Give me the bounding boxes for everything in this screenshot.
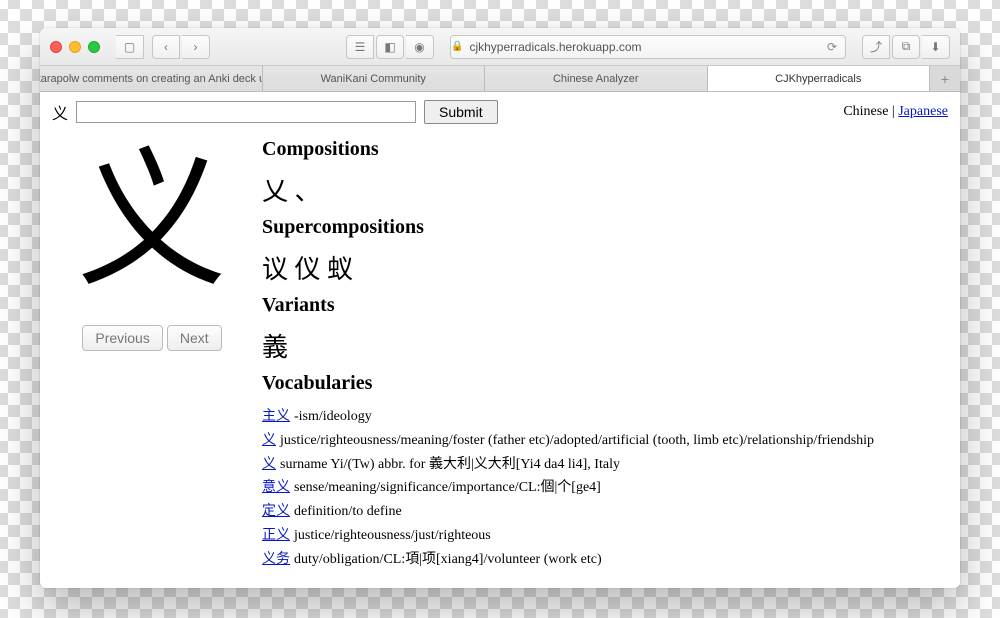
download-icon[interactable]: ⬇: [922, 35, 950, 59]
reload-icon[interactable]: ⟳: [827, 40, 845, 54]
vocab-term[interactable]: 定义: [262, 504, 290, 519]
vocab-def: definition/to define: [294, 504, 402, 519]
zoom-icon[interactable]: [88, 41, 100, 53]
vocab-term[interactable]: 义: [262, 457, 276, 472]
titlebar: ▢ ‹ › ☰ ◧ ◉ 🔒 cjkhyperradicals.herokuapp…: [40, 28, 960, 66]
vocab-term[interactable]: 正义: [262, 528, 290, 543]
search-input[interactable]: [76, 101, 416, 123]
tab-2[interactable]: Chinese Analyzer: [485, 66, 708, 91]
tabs-icon[interactable]: ⧉: [892, 35, 920, 59]
tab-1[interactable]: WaniKani Community: [263, 66, 486, 91]
back-button[interactable]: ‹: [152, 35, 180, 59]
shield-icon[interactable]: ◉: [406, 35, 434, 59]
previous-button[interactable]: Previous: [82, 325, 162, 351]
variants-chars: 義: [262, 327, 948, 364]
right-column: Compositions 乂 、 Supercompositions 议 仪 蚁…: [252, 130, 948, 588]
vocab-term[interactable]: 义: [262, 433, 276, 448]
vocab-term[interactable]: 意义: [262, 480, 290, 495]
share-icon[interactable]: ⤴: [862, 35, 890, 59]
reader-icon[interactable]: ☰: [346, 35, 374, 59]
vocab-def: -ism/ideology: [294, 409, 372, 424]
vocab-def: sense/meaning/significance/importance/CL…: [294, 480, 601, 495]
vocab-row: 义 justice/righteousness/meaning/foster (f…: [262, 429, 948, 453]
minimize-icon[interactable]: [69, 41, 81, 53]
left-column: 义 Previous Next: [52, 130, 252, 588]
main-glyph: 义: [77, 140, 227, 305]
vocab-def: duty/obligation/CL:項|项[xiang4]/volunteer…: [294, 552, 602, 567]
tab-0[interactable]: patarapolw comments on creating an Anki …: [40, 66, 263, 91]
url-bar[interactable]: 🔒 cjkhyperradicals.herokuapp.com ⟳: [450, 35, 846, 59]
compositions-heading: Compositions: [262, 138, 948, 161]
tabs-bar: patarapolw comments on creating an Anki …: [40, 66, 960, 92]
supercompositions-heading: Supercompositions: [262, 216, 948, 239]
page-content: 义 Submit Chinese | Japanese 义 Previous N…: [40, 92, 960, 588]
vocab-def: justice/righteousness/meaning/foster (fa…: [280, 433, 874, 448]
search-strip: 义 Submit Chinese | Japanese: [52, 100, 948, 124]
vocab-def: surname Yi/(Tw) abbr. for 義大利|义大利[Yi4 da…: [280, 457, 620, 472]
next-button[interactable]: Next: [167, 325, 222, 351]
new-tab-button[interactable]: +: [930, 66, 960, 91]
search-prefix-glyph: 义: [52, 100, 68, 124]
vocab-term[interactable]: 主义: [262, 409, 290, 424]
sidebar-toggle-icon[interactable]: ▢: [116, 35, 144, 59]
traffic-lights: [50, 41, 100, 53]
lock-icon: 🔒: [451, 41, 463, 52]
browser-window: ▢ ‹ › ☰ ◧ ◉ 🔒 cjkhyperradicals.herokuapp…: [40, 28, 960, 588]
vocab-row: 义 surname Yi/(Tw) abbr. for 義大利|义大利[Yi4 d…: [262, 453, 948, 477]
url-text: cjkhyperradicals.herokuapp.com: [469, 40, 641, 54]
vocab-row: 义务 duty/obligation/CL:項|项[xiang4]/volunte…: [262, 548, 948, 572]
vocabularies-list: 主义 -ism/ideology 义 justice/righteousness/m…: [262, 405, 948, 572]
vocab-row: 意义 sense/meaning/significance/importance/…: [262, 476, 948, 500]
compositions-chars: 乂 、: [262, 171, 948, 208]
close-icon[interactable]: [50, 41, 62, 53]
submit-button[interactable]: Submit: [424, 100, 498, 124]
vocab-row: 主义 -ism/ideology: [262, 405, 948, 429]
lang-chinese: Chinese: [843, 104, 888, 119]
vocab-def: justice/righteousness/just/righteous: [294, 528, 491, 543]
privacy-icon[interactable]: ◧: [376, 35, 404, 59]
forward-button[interactable]: ›: [182, 35, 210, 59]
lang-japanese-link[interactable]: Japanese: [898, 104, 948, 119]
vocab-term[interactable]: 义务: [262, 552, 290, 567]
vocab-row: 定义 definition/to define: [262, 500, 948, 524]
supercompositions-chars: 议 仪 蚁: [262, 249, 948, 286]
vocab-row: 正义 justice/righteousness/just/righteous: [262, 524, 948, 548]
tab-3[interactable]: CJKhyperradicals: [708, 66, 931, 91]
variants-heading: Variants: [262, 294, 948, 317]
language-links: Chinese | Japanese: [843, 104, 948, 120]
vocabularies-heading: Vocabularies: [262, 372, 948, 395]
